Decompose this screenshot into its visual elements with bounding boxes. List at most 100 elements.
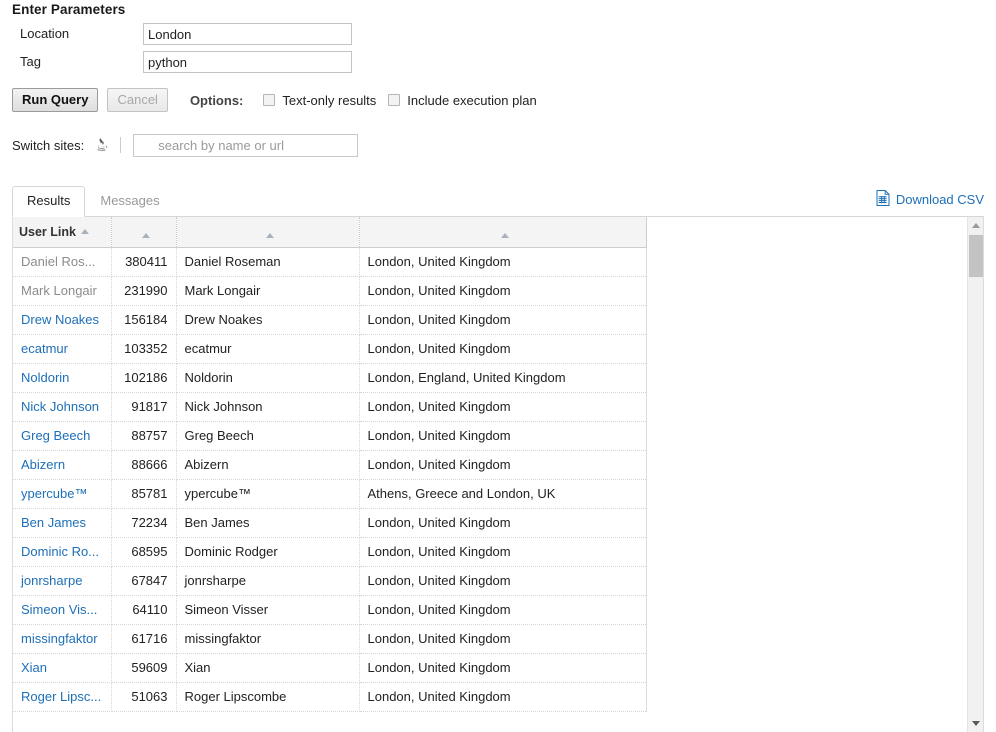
table-row: Daniel Ros... 380411 Daniel Roseman London,… [13,247,647,277]
scroll-up-button[interactable] [968,217,983,233]
cell-display-name: Xian [176,653,360,683]
sort-ascending-icon[interactable] [80,229,89,235]
user-profile-link[interactable]: ypercube™ [21,486,87,501]
tab-results[interactable]: Results [12,186,86,217]
user-profile-link[interactable]: Mark Longair [21,283,97,298]
tag-label: Tag [20,54,41,69]
cell-user-id: 67847 [111,566,177,596]
cell-location: London, United Kingdom [359,508,647,538]
user-profile-link[interactable]: Xian [21,660,47,675]
user-profile-link[interactable]: Drew Noakes [21,312,99,327]
include-execution-plan-label: Include execution plan [407,92,537,108]
cell-user-link: missingfaktor [13,624,112,654]
switch-sites-divider [120,137,122,153]
cell-user-id: 88757 [111,421,177,451]
cell-display-name: Daniel Roseman [176,247,360,277]
cell-user-id: 91817 [111,392,177,422]
scroll-down-button[interactable] [968,716,983,732]
cell-location: London, United Kingdom [359,247,647,277]
column-header-user-link[interactable]: User Link [13,217,112,248]
sort-ascending-icon[interactable] [266,233,274,239]
user-profile-link[interactable]: Ben James [21,515,86,530]
column-header-name[interactable] [176,217,360,248]
checkbox-box-exec-plan[interactable] [388,94,401,106]
cell-user-link: Noldorin [13,363,112,393]
location-label: Location [20,26,70,41]
column-header-user-link-label: User Link [19,224,76,239]
column-header-location[interactable] [359,217,647,248]
results-tabs: Results Messages Download CSV [12,185,984,217]
cell-location: Athens, Greece and London, UK [359,479,647,509]
cell-user-id: 231990 [111,276,177,306]
table-row: Dominic Ro... 68595 Dominic Rodger London, … [13,537,647,567]
cell-user-id: 68595 [111,537,177,567]
user-profile-link[interactable]: Roger Lipsc... [21,689,101,704]
location-input[interactable] [143,23,352,45]
results-vertical-scrollbar[interactable] [967,217,983,732]
table-row: ypercube™ 85781 ypercube™ Athens, Greece an… [13,479,647,509]
run-query-button[interactable]: Run Query [12,88,99,112]
scrollbar-thumb[interactable] [969,235,983,277]
table-row: ecatmur 103352 ecatmur London, United Kingd… [13,334,647,364]
checkbox-box-text-only[interactable] [263,94,276,106]
tag-input[interactable] [143,51,352,73]
cell-user-link: Nick Johnson [13,392,112,422]
cell-user-link: jonrsharpe [13,566,112,596]
cell-display-name: ecatmur [176,334,360,364]
column-header-id[interactable] [111,217,177,248]
sort-ascending-icon[interactable] [142,233,150,239]
cell-display-name: Ben James [176,508,360,538]
switch-sites-label: Switch sites: [12,137,85,153]
user-profile-link[interactable]: Abizern [21,457,65,472]
cell-location: London, United Kingdom [359,595,647,625]
results-panel: User Link Daniel Ros... 380411 Daniel Ro… [12,217,984,732]
cell-display-name: missingfaktor [176,624,360,654]
site-search-input[interactable] [133,133,359,157]
cell-display-name: Simeon Visser [176,595,360,625]
cell-display-name: Roger Lipscombe [176,682,360,712]
java-site-icon[interactable] [94,137,110,153]
cell-user-link: Greg Beech [13,421,112,451]
download-csv-link[interactable]: Download CSV [876,190,984,209]
cell-user-id: 102186 [111,363,177,393]
user-profile-link[interactable]: Dominic Ro... [21,544,99,559]
tab-messages[interactable]: Messages [85,186,174,217]
cell-user-link: Dominic Ro... [13,537,112,567]
csv-document-icon [876,190,890,209]
parameters-panel: Enter Parameters Location Tag Run Query … [0,0,996,158]
cell-display-name: Noldorin [176,363,360,393]
cell-display-name: Mark Longair [176,276,360,306]
chevron-down-icon [972,721,980,726]
results-table-body: Daniel Ros... 380411 Daniel Roseman London,… [13,247,647,712]
table-row: Roger Lipsc... 51063 Roger Lipscombe London… [13,682,647,712]
user-profile-link[interactable]: missingfaktor [21,631,98,646]
cell-user-link: Roger Lipsc... [13,682,112,712]
cell-user-id: 59609 [111,653,177,683]
user-profile-link[interactable]: Simeon Vis... [21,602,97,617]
user-profile-link[interactable]: Nick Johnson [21,399,99,414]
options-label: Options: [189,92,244,108]
cell-user-link: Abizern [13,450,112,480]
switch-sites-row: Switch sites: [0,132,996,158]
cell-user-id: 64110 [111,595,177,625]
include-execution-plan-checkbox[interactable]: Include execution plan [388,92,537,108]
user-profile-link[interactable]: jonrsharpe [21,573,82,588]
page-title: Enter Parameters [12,2,126,17]
user-profile-link[interactable]: Noldorin [21,370,69,385]
user-profile-link[interactable]: Daniel Ros... [21,254,95,269]
cell-user-id: 156184 [111,305,177,335]
cell-location: London, United Kingdom [359,392,647,422]
cell-user-link: Mark Longair [13,276,112,306]
user-profile-link[interactable]: Greg Beech [21,428,90,443]
sort-ascending-icon[interactable] [501,233,509,239]
table-row: jonrsharpe 67847 jonrsharpe London, United … [13,566,647,596]
table-row: Ben James 72234 Ben James London, United Ki… [13,508,647,538]
cell-location: London, United Kingdom [359,450,647,480]
cell-user-link: Daniel Ros... [13,247,112,277]
cell-user-link: ypercube™ [13,479,112,509]
text-only-results-checkbox[interactable]: Text-only results [263,93,376,108]
user-profile-link[interactable]: ecatmur [21,341,68,356]
cell-display-name: Abizern [176,450,360,480]
cell-user-id: 85781 [111,479,177,509]
cell-display-name: Drew Noakes [176,305,360,335]
